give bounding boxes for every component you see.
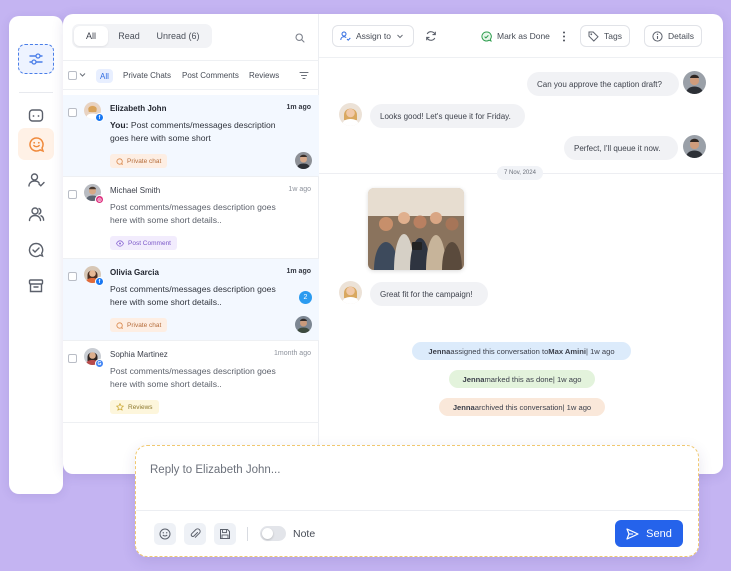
select-all-checkbox[interactable] [68,71,77,80]
filter-reviews[interactable]: Reviews [249,71,279,80]
message-preview: Post comments/messages description goes … [110,202,276,225]
archive-icon[interactable] [18,270,54,302]
row-checkbox[interactable] [68,108,77,117]
facebook-icon: f [95,277,104,286]
agent-avatar [683,71,706,94]
contact-name: Sophia Martinez [110,350,168,359]
tag-post-comment: Post Comment [110,236,177,250]
refresh-icon[interactable] [425,25,437,47]
message-time: 1m ago [286,268,311,275]
conversation-list-column: All Read Unread (6) All Private Chats Po… [63,14,319,474]
message-preview: You: Post comments/messages description … [110,120,276,143]
date-separator: 7 Nov, 2024 [497,166,543,180]
message-preview: Post comments/messages description goes … [110,366,276,389]
reply-input[interactable] [150,460,670,480]
contact-avatar [339,103,362,126]
left-rail [9,16,63,494]
mark-as-done-button[interactable]: Mark as Done [481,25,550,47]
tag-private-chat: Private chat [110,318,168,332]
eye-icon [116,239,124,247]
tab-read[interactable]: Read [108,26,150,46]
filter-settings-icon[interactable] [18,44,54,74]
contact-name: Elizabeth John [110,104,167,113]
agent-avatar [683,135,706,158]
system-event-archived: Jenna archived this conversation | 1w ag… [439,398,605,416]
contact-avatar [339,281,362,304]
search-icon[interactable] [295,30,305,48]
facebook-icon: f [95,113,104,122]
system-event-done: Jenna marked this as done | 1w ago [449,370,595,388]
message-incoming: Looks good! Let's queue it for Friday. [370,104,525,128]
chat-bubble-icon [116,321,123,329]
star-icon [116,403,124,411]
assignee-avatar [295,316,312,333]
conversation-item-olivia[interactable]: f Olivia Garcia 1m ago Post comments/mes… [63,259,319,341]
conversation-item-elizabeth[interactable]: f Elizabeth John 1m ago You: Post commen… [63,95,319,177]
check-chat-icon [481,30,492,42]
emoji-icon[interactable] [154,523,176,545]
filter-all[interactable]: All [96,69,113,83]
google-icon: G [95,359,104,368]
message-outgoing: Can you approve the caption draft? [527,72,679,96]
contact-name: Michael Smith [110,186,161,195]
chevron-down-icon[interactable] [79,71,86,80]
users-icon[interactable] [18,198,54,230]
reply-composer: Note Send [135,445,699,557]
assignee-avatar [295,152,312,169]
row-checkbox[interactable] [68,272,77,281]
tag-reviews: Reviews [110,400,159,414]
system-event-assigned: Jenna assigned this conversation to Max … [412,342,631,360]
unread-count-badge: 2 [299,291,312,304]
check-circle-icon[interactable] [18,234,54,266]
filter-lines-icon[interactable] [299,71,309,82]
note-label: Note [293,528,316,540]
tab-unread[interactable]: Unread (6) [150,26,206,46]
chat-bubble-icon [116,157,123,165]
message-time: 1month ago [274,350,311,357]
more-vertical-icon[interactable] [562,25,566,47]
tag-private-chat: Private chat [110,154,168,168]
chevron-down-icon [397,34,403,39]
attachment-icon[interactable] [184,523,206,545]
tags-button[interactable]: Tags [580,25,630,47]
save-icon[interactable] [214,523,236,545]
smile-chat-icon[interactable] [18,128,54,160]
send-icon [626,527,639,540]
message-incoming: Great fit for the campaign! [370,282,488,306]
tag-icon [588,31,599,42]
composer-divider [136,510,697,511]
channel-filter-row: All Private Chats Post Comments Reviews [63,60,319,90]
details-button[interactable]: Details [644,25,702,47]
user-assign-icon [340,31,351,41]
send-button[interactable]: Send [615,520,683,547]
row-checkbox[interactable] [68,190,77,199]
row-checkbox[interactable] [68,354,77,363]
toolbar-divider [247,527,248,541]
assign-to-dropdown[interactable]: Assign to [332,25,414,47]
note-toggle[interactable] [260,526,286,541]
shared-photo[interactable] [368,188,464,270]
filter-private-chats[interactable]: Private Chats [123,71,171,80]
filter-post-comments[interactable]: Post Comments [182,71,239,80]
conversation-item-sophia[interactable]: G Sophia Martinez 1month ago Post commen… [63,341,319,423]
contact-name: Olivia Garcia [110,268,159,277]
conversation-item-michael[interactable]: ◎ Michael Smith 1w ago Post comments/mes… [63,177,319,259]
rail-divider [19,92,53,93]
message-time: 1w ago [288,186,311,193]
message-time: 1m ago [286,104,311,111]
inbox-panel: All Read Unread (6) All Private Chats Po… [63,14,723,474]
read-filter-tabs: All Read Unread (6) [72,24,212,48]
instagram-icon: ◎ [95,195,104,204]
info-icon [652,30,663,42]
chat-header: Assign to Mark as Done Tags Details [319,14,723,58]
tab-all[interactable]: All [74,26,108,46]
message-preview: Post comments/messages description goes … [110,284,276,307]
message-outgoing: Perfect, I'll queue it now. [564,136,678,160]
user-check-icon[interactable] [18,164,54,196]
